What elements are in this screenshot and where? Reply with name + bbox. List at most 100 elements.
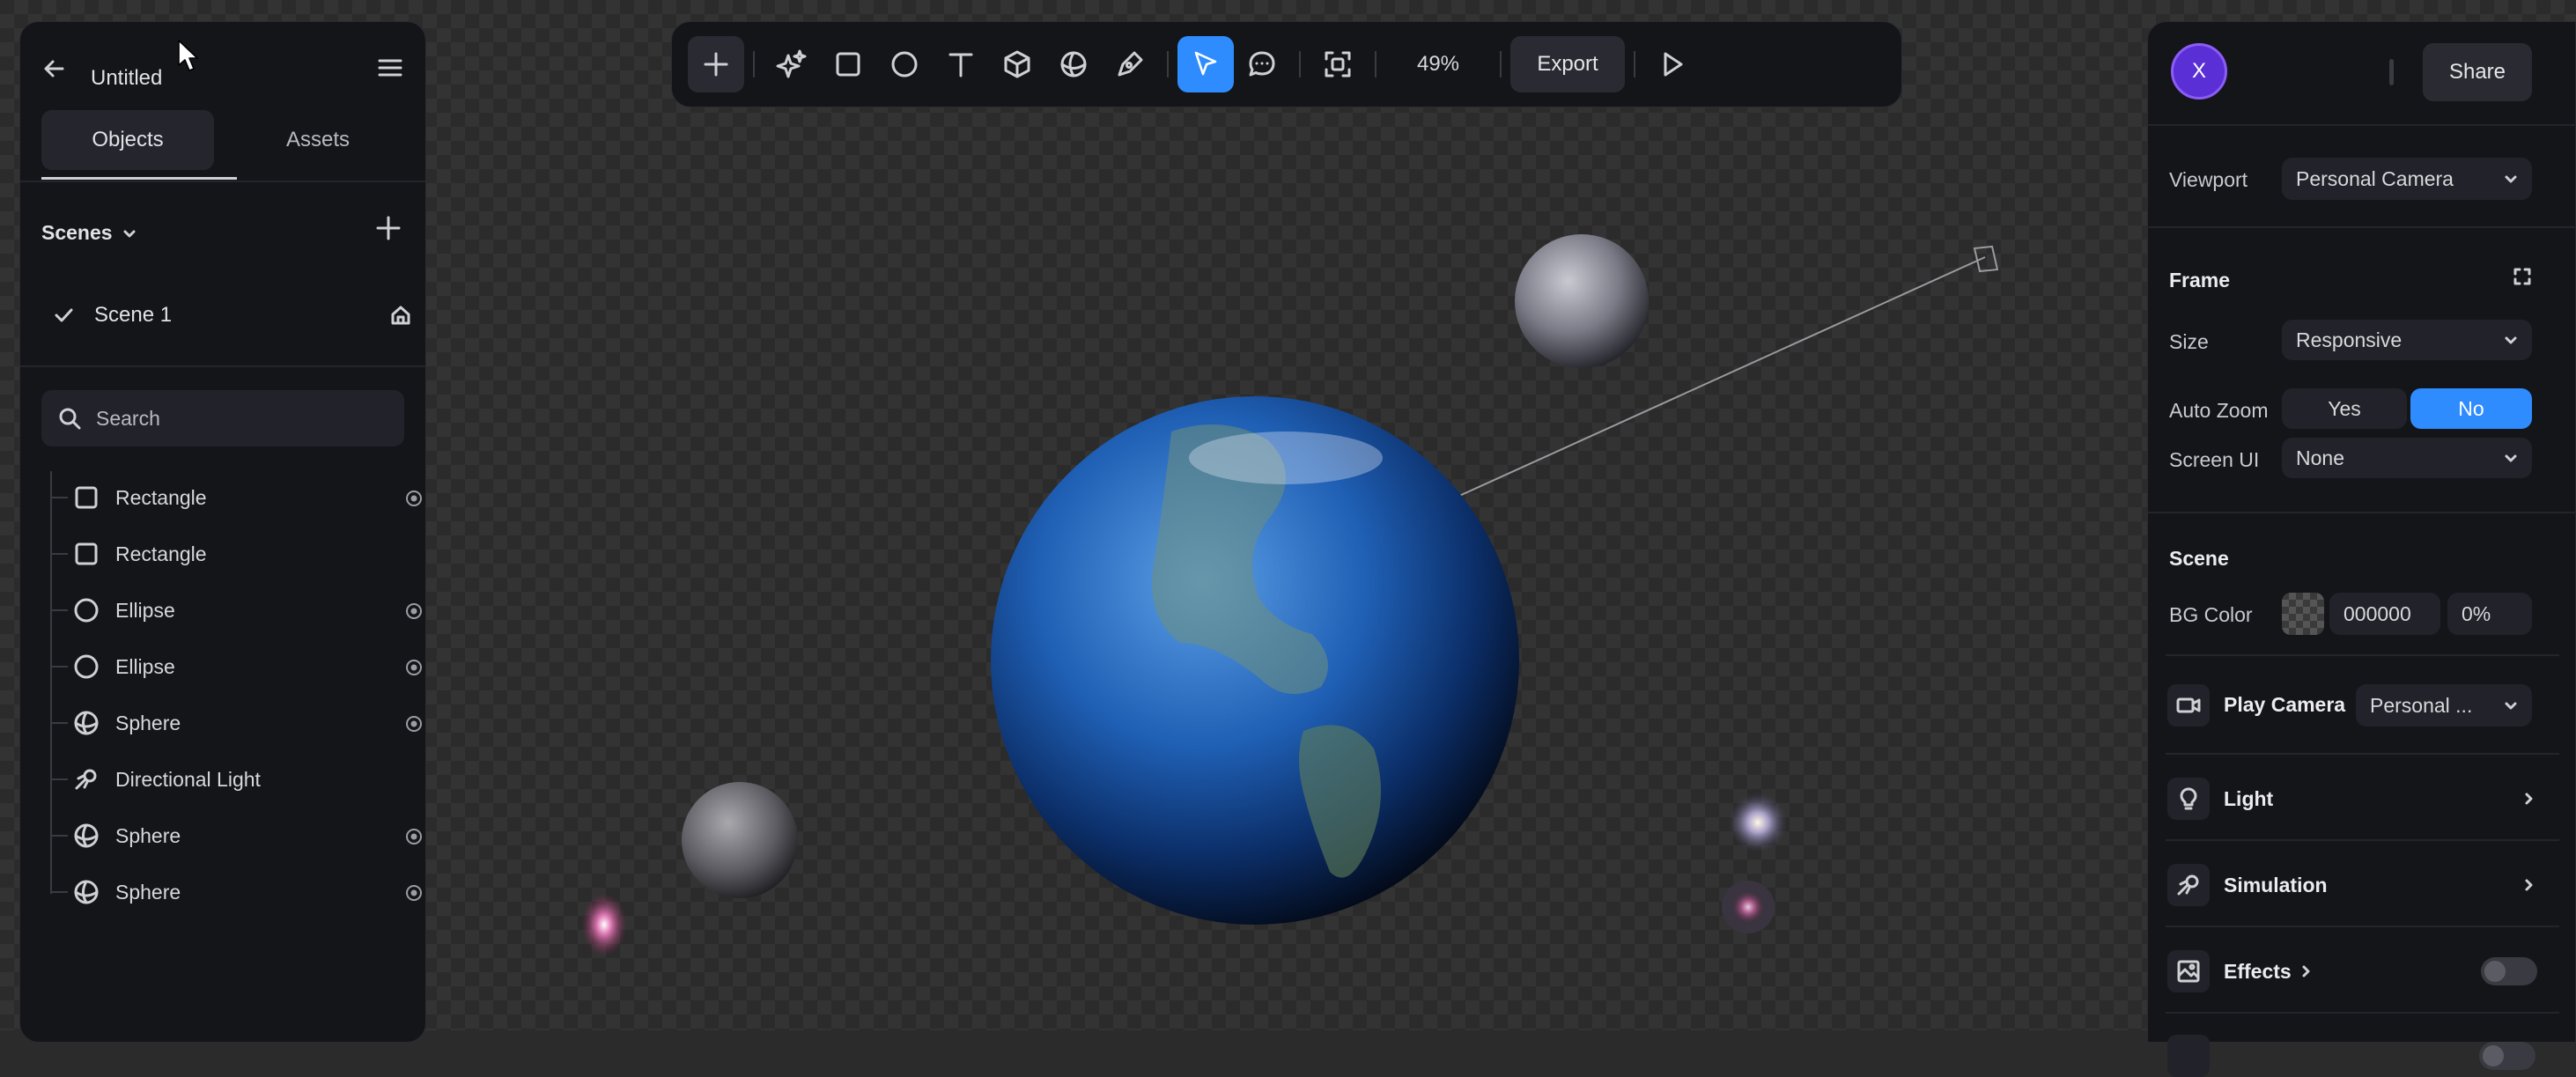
tree-branch <box>50 835 68 837</box>
visibility-target-icon[interactable] <box>404 883 424 903</box>
rocky-sphere <box>682 782 798 898</box>
rectangle-tool-button[interactable] <box>820 36 876 92</box>
tab-objects[interactable]: Objects <box>41 110 214 170</box>
simulation-section-row[interactable]: Simulation <box>2167 864 2537 906</box>
sphere-icon <box>74 711 99 735</box>
pen-tool-button[interactable] <box>1102 36 1158 92</box>
rectangle-icon <box>75 486 98 509</box>
separator <box>1167 51 1169 77</box>
size-value: Responsive <box>2296 328 2403 351</box>
comment-tool-button[interactable] <box>1234 36 1290 92</box>
search-input[interactable]: Search <box>41 390 404 446</box>
avatar[interactable]: X <box>2171 43 2227 100</box>
back-button[interactable] <box>41 55 68 82</box>
light-icon-box <box>2167 778 2210 820</box>
list-item[interactable]: Directional Light <box>50 753 424 806</box>
divider <box>2166 753 2559 755</box>
viewport-select[interactable]: Personal Camera <box>2282 158 2532 200</box>
simulation-icon-box <box>2167 864 2210 906</box>
bg-color-opacity-input[interactable]: 0% <box>2447 593 2532 635</box>
list-item[interactable]: Ellipse <box>50 640 424 693</box>
sparkles-icon <box>776 49 807 78</box>
list-item-label: Rectangle <box>115 485 207 509</box>
fit-view-button[interactable] <box>1310 36 1366 92</box>
light-label: Light <box>2224 786 2274 810</box>
video-camera-icon <box>2176 697 2201 713</box>
play-button[interactable] <box>1644 36 1701 92</box>
chevron-down-icon <box>2505 454 2517 462</box>
tree-branch <box>50 891 68 893</box>
text-tool-button[interactable] <box>933 36 989 92</box>
light-section-row[interactable]: Light <box>2167 778 2537 820</box>
separator <box>2389 59 2394 85</box>
comet-icon <box>2177 874 2199 896</box>
ai-tool-button[interactable] <box>764 36 820 92</box>
menu-button[interactable] <box>376 54 404 82</box>
home-icon[interactable] <box>388 303 413 328</box>
tab-objects-label: Objects <box>92 128 164 151</box>
list-item[interactable]: Ellipse <box>50 584 424 637</box>
visibility-target-icon[interactable] <box>404 658 424 677</box>
screen-ui-select[interactable]: None <box>2282 438 2532 478</box>
sphere-icon <box>74 880 99 904</box>
document-title[interactable]: Untitled <box>91 66 162 91</box>
chevron-down-icon <box>2505 336 2517 344</box>
light-direction-line <box>1410 256 1986 519</box>
list-item-label: Sphere <box>115 711 181 734</box>
divider <box>2166 1012 2559 1014</box>
expand-icon[interactable] <box>2513 267 2532 286</box>
divider <box>2166 839 2559 841</box>
ellipse-icon <box>74 598 99 623</box>
play-camera-select[interactable]: Personal ... <box>2356 684 2532 727</box>
visibility-target-icon[interactable] <box>404 827 424 846</box>
auto-zoom-no-button[interactable]: No <box>2410 388 2532 429</box>
separator <box>753 51 755 77</box>
chevron-down-icon <box>123 230 136 237</box>
add-button[interactable] <box>688 36 744 92</box>
list-item-label: Ellipse <box>115 598 175 622</box>
scenes-label: Scenes <box>41 221 113 244</box>
select-tool-button[interactable] <box>1177 36 1234 92</box>
avatar-letter: X <box>2191 59 2206 83</box>
tree-branch <box>50 497 68 498</box>
effects-section-row[interactable]: Effects <box>2167 950 2537 992</box>
visibility-target-icon[interactable] <box>404 714 424 734</box>
cube-tool-button[interactable] <box>989 36 1045 92</box>
list-item[interactable]: Rectangle <box>50 527 424 580</box>
list-item[interactable]: Rectangle <box>50 471 424 524</box>
auto-zoom-no-label: No <box>2458 396 2484 420</box>
tree-branch <box>50 722 68 724</box>
visibility-target-icon[interactable] <box>404 489 424 508</box>
add-scene-button[interactable] <box>373 212 404 244</box>
tree-branch <box>50 778 68 780</box>
sphere-tool-button[interactable] <box>1045 36 1102 92</box>
export-button[interactable]: Export <box>1510 36 1625 92</box>
tab-active-indicator <box>41 177 237 180</box>
zoom-level[interactable]: 49% <box>1385 52 1491 77</box>
bg-color-hex-input[interactable]: 000000 <box>2329 593 2440 635</box>
list-item[interactable]: Sphere <box>50 697 424 749</box>
effects-toggle[interactable] <box>2481 957 2537 985</box>
scene-item[interactable]: Scene 1 <box>52 293 413 337</box>
cube-icon <box>1004 50 1030 78</box>
viewport-label: Viewport <box>2169 168 2248 191</box>
chevron-down-icon <box>2505 175 2517 183</box>
ellipse-tool-button[interactable] <box>876 36 933 92</box>
section-toggle[interactable] <box>2479 1042 2535 1070</box>
bg-color-swatch[interactable] <box>2282 593 2324 635</box>
share-button[interactable]: Share <box>2423 43 2532 101</box>
sphere-icon <box>1060 51 1087 77</box>
image-icon <box>2177 960 2200 983</box>
chevron-right-icon <box>2525 793 2533 805</box>
scenes-dropdown[interactable]: Scenes <box>41 221 139 245</box>
auto-zoom-yes-button[interactable]: Yes <box>2282 388 2407 429</box>
list-item[interactable]: Sphere <box>50 866 424 918</box>
visibility-target-icon[interactable] <box>404 601 424 621</box>
list-item[interactable]: Sphere <box>50 809 424 862</box>
tab-assets[interactable]: Assets <box>232 110 404 170</box>
size-select[interactable]: Responsive <box>2282 320 2532 360</box>
chevron-right-icon <box>2525 879 2533 891</box>
galaxy-ellipse-left <box>581 893 627 956</box>
properties-panel: X Share Viewport Personal Camera Frame S… <box>2147 21 2576 1077</box>
play-camera-value: Personal ... <box>2370 693 2473 717</box>
